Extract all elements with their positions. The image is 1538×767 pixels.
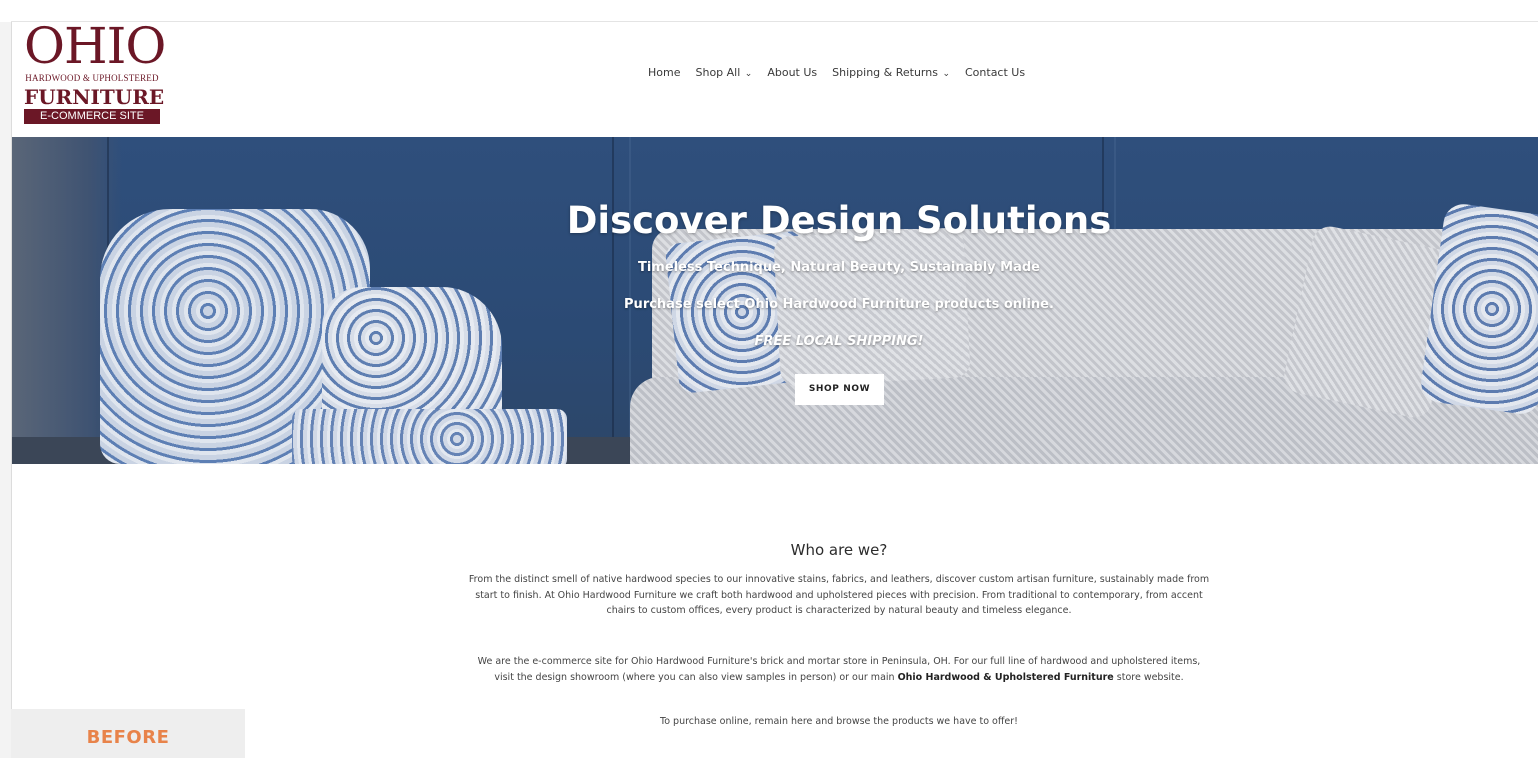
chevron-down-icon: ⌄ <box>744 69 753 79</box>
nav-shop-all-label: Shop All <box>695 66 741 79</box>
logo-ohio-text: OHIO <box>24 17 166 75</box>
hero-subtitle: Timeless Technique, Natural Beauty, Sust… <box>637 260 1041 275</box>
about-paragraph-3: To purchase online, remain here and brow… <box>660 716 1018 727</box>
logo-subtitle-text: HARDWOOD & UPHOLSTERED <box>25 73 159 83</box>
top-strip <box>0 0 1538 22</box>
nav-shipping-returns-label: Shipping & Returns <box>832 66 938 79</box>
logo-furniture-text: FURNITURE <box>24 85 165 109</box>
nav-home-label: Home <box>648 66 681 79</box>
before-badge: BEFORE <box>11 709 245 758</box>
hero-free-shipping: FREE LOCAL SHIPPING! <box>754 334 924 349</box>
hero-text-overlay: Discover Design Solutions Timeless Techn… <box>12 137 1538 464</box>
main-nav: Home Shop All ⌄ About Us Shipping & Retu… <box>648 66 1025 82</box>
about-heading: Who are we? <box>790 541 888 559</box>
hero-banner: Discover Design Solutions Timeless Techn… <box>12 137 1538 464</box>
chevron-down-icon: ⌄ <box>942 69 950 79</box>
about-paragraph-1: From the distinct smell of native hardwo… <box>468 574 1210 616</box>
nav-about-us-label: About Us <box>767 66 818 79</box>
frame-top-border <box>11 21 1538 22</box>
frame-left-edge <box>0 22 11 758</box>
nav-shipping-returns[interactable]: Shipping & Returns ⌄ <box>832 66 950 82</box>
brand-logo[interactable]: OHIO HARDWOOD & UPHOLSTERED FURNITURE E-… <box>24 20 166 124</box>
nav-contact-us-label: Contact Us <box>965 66 1026 79</box>
hero-title: Discover Design Solutions <box>566 199 1112 242</box>
nav-home[interactable]: Home <box>648 66 680 82</box>
about-paragraph-2-tail: store website. <box>1113 671 1184 683</box>
about-paragraph-2: We are the e-commerce site for Ohio Hard… <box>467 654 1211 685</box>
nav-contact-us[interactable]: Contact Us <box>965 66 1025 82</box>
logo-ecommerce-band: E-COMMERCE SITE <box>24 109 160 124</box>
nav-about-us[interactable]: About Us <box>767 66 817 82</box>
hero-purchase-line: Purchase select Ohio Hardwood Furniture … <box>624 297 1054 312</box>
main-store-link[interactable]: Ohio Hardwood & Upholstered Furniture <box>898 672 1114 683</box>
shop-now-button[interactable]: SHOP NOW <box>795 374 884 405</box>
nav-shop-all[interactable]: Shop All ⌄ <box>695 66 752 82</box>
